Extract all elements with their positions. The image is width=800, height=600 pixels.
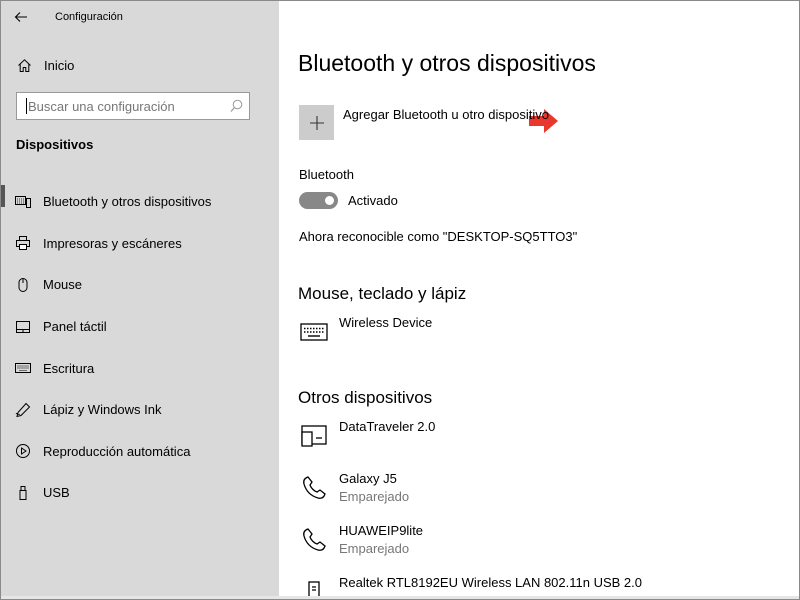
sidebar-item-home[interactable]: Inicio <box>1 51 279 79</box>
keyboard-icon <box>15 360 31 376</box>
sidebar-item-label: Panel táctil <box>43 319 107 335</box>
back-arrow-icon <box>13 9 29 25</box>
mouse-section-heading: Mouse, teclado y lápiz <box>298 284 467 303</box>
device-status: Emparejado <box>339 489 410 504</box>
sidebar-item-label: Reproducción automática <box>43 443 191 459</box>
device-datatraveler[interactable]: DataTraveler 2.0 <box>299 419 499 459</box>
sidebar-item-printers[interactable]: Impresoras y escáneres <box>1 223 279 265</box>
device-name: HUAWEIP9lite <box>339 523 424 538</box>
search-input[interactable] <box>27 98 217 114</box>
other-section-heading: Otros dispositivos <box>298 388 433 407</box>
sidebar-item-mouse[interactable]: Mouse <box>1 264 279 306</box>
search-icon[interactable] <box>230 99 243 118</box>
plus-icon <box>309 115 325 131</box>
keyboard-icon <box>299 319 329 345</box>
drive-icon <box>299 423 329 449</box>
device-galaxy-j5[interactable]: Galaxy J5 Emparejado <box>299 471 499 511</box>
window-bottom-edge <box>1 596 799 599</box>
bluetooth-toggle[interactable] <box>299 192 338 209</box>
touchpad-icon <box>15 319 31 335</box>
device-name: DataTraveler 2.0 <box>339 419 436 434</box>
content-pane: Bluetooth y otros dispositivos Agregar B… <box>279 1 799 599</box>
sidebar-item-label: Bluetooth y otros dispositivos <box>43 194 212 210</box>
sidebar-item-pen[interactable]: Lápiz y Windows Ink <box>1 389 279 431</box>
mouse-icon <box>15 277 31 293</box>
discoverable-text: Ahora reconocible como "DESKTOP-SQ5TTO3" <box>299 229 578 244</box>
device-huawei-p9lite[interactable]: HUAWEIP9lite Emparejado <box>299 523 499 563</box>
window-title: Configuración <box>55 11 123 23</box>
toggle-knob <box>325 196 334 205</box>
add-device-label[interactable]: Agregar Bluetooth u otro dispositivo <box>343 107 549 122</box>
sidebar-item-label: Lápiz y Windows Ink <box>43 402 162 418</box>
printer-icon <box>15 235 31 251</box>
phone-icon <box>299 475 329 501</box>
sidebar-item-touchpad[interactable]: Panel táctil <box>1 306 279 348</box>
sidebar-item-label: USB <box>43 485 70 501</box>
sidebar-item-label: Inicio <box>44 57 75 73</box>
add-device-button[interactable] <box>299 105 334 140</box>
sidebar-item-bluetooth[interactable]: Bluetooth y otros dispositivos <box>1 181 279 223</box>
pen-icon <box>15 402 31 418</box>
bluetooth-devices-icon <box>15 194 31 210</box>
usb-icon <box>15 485 31 501</box>
home-icon <box>16 57 32 73</box>
bluetooth-heading: Bluetooth <box>299 167 354 182</box>
settings-window: Configuración Inicio Dispositivos Blueto… <box>0 0 800 600</box>
search-box[interactable] <box>16 92 250 120</box>
device-name: Galaxy J5 <box>339 471 397 486</box>
device-status: Emparejado <box>339 541 410 556</box>
title-bar: Configuración <box>1 1 279 33</box>
autoplay-icon <box>15 443 31 459</box>
sidebar-item-label: Mouse <box>43 277 83 293</box>
device-name: Realtek RTL8192EU Wireless LAN 802.11n U… <box>339 575 643 590</box>
device-name: Wireless Device <box>339 315 433 330</box>
device-wireless-device[interactable]: Wireless Device <box>299 315 499 355</box>
sidebar-item-label: Impresoras y escáneres <box>43 235 182 251</box>
sidebar-item-label: Escritura <box>43 360 95 376</box>
section-title: Dispositivos <box>16 137 94 152</box>
sidebar-item-typing[interactable]: Escritura <box>1 347 279 389</box>
bluetooth-toggle-label: Activado <box>348 193 398 208</box>
sidebar: Configuración Inicio Dispositivos Blueto… <box>1 1 279 599</box>
page-title: Bluetooth y otros dispositivos <box>298 50 596 76</box>
sidebar-nav: Bluetooth y otros dispositivos Impresora… <box>1 181 279 514</box>
sidebar-item-usb[interactable]: USB <box>1 472 279 514</box>
sidebar-item-autoplay[interactable]: Reproducción automática <box>1 431 279 473</box>
back-button[interactable] <box>1 1 41 33</box>
phone-icon <box>299 527 329 553</box>
